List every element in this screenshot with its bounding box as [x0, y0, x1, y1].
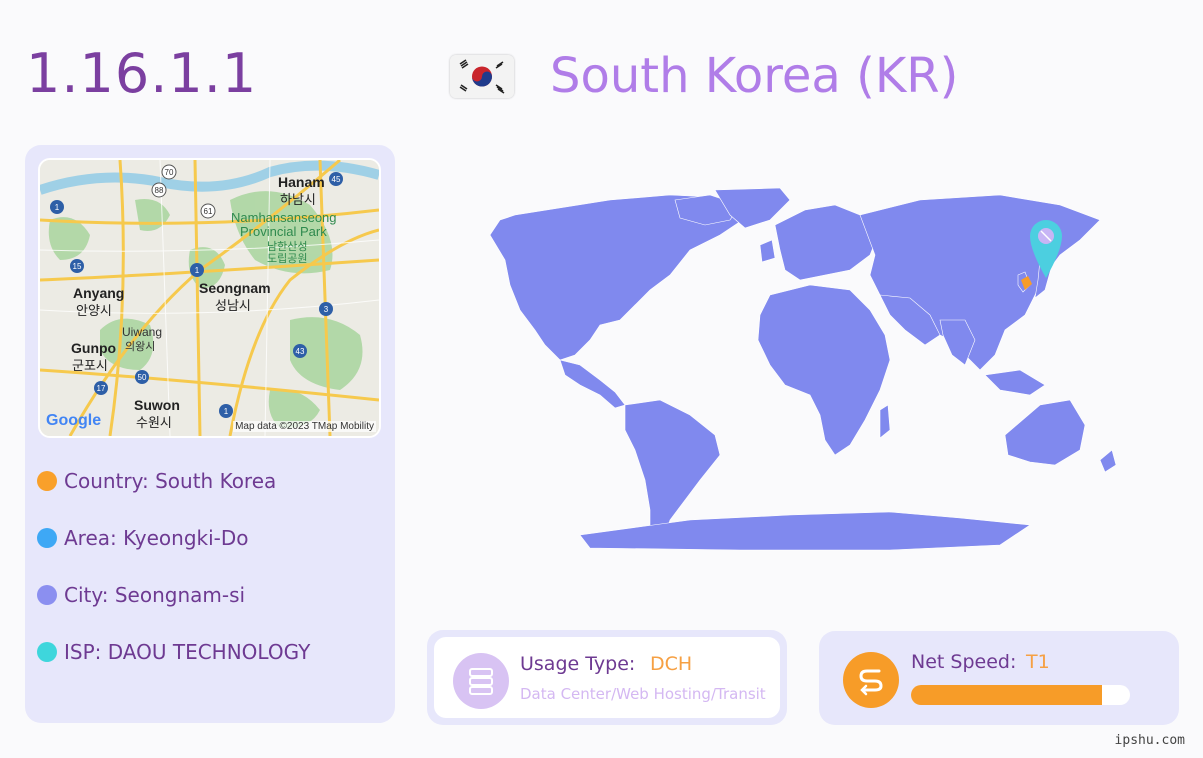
- net-speed-bar-fill: [911, 685, 1102, 705]
- map-label-hanam: Hanam: [278, 174, 325, 190]
- ip-address: 1.16.1.1: [26, 42, 258, 105]
- info-area: Area: Kyeongki-Do: [37, 524, 249, 552]
- area-text: Area: Kyeongki-Do: [64, 526, 249, 550]
- map-label-seongnam: Seongnam: [199, 280, 271, 296]
- server-icon: [453, 653, 509, 709]
- map-label-uiwang: Uiwang: [122, 325, 163, 339]
- map-label-suwon-ko: 수원시: [136, 415, 172, 430]
- info-city: City: Seongnam-si: [37, 581, 245, 609]
- map-label-gunpo: Gunpo: [71, 340, 117, 356]
- map-label-hanam-ko: 하남시: [280, 192, 316, 207]
- map-label-anyang-ko: 안양시: [76, 303, 112, 318]
- info-isp: ISP: DAOU TECHNOLOGY: [37, 638, 310, 666]
- map-attribution: Map data ©2023 TMap Mobility: [233, 421, 376, 432]
- country-title: South Korea (KR): [550, 48, 959, 104]
- usage-type-label: Usage Type:: [520, 653, 636, 675]
- net-speed-card: Net Speed: T1: [819, 631, 1179, 725]
- city-text: City: Seongnam-si: [64, 583, 246, 607]
- map-label-namhansanseong: Namhansanseong: [231, 210, 337, 225]
- city-dot-icon: [37, 585, 57, 605]
- net-speed-bar: [911, 685, 1130, 705]
- map-label-provincial-park: Provincial Park: [240, 224, 327, 239]
- map-label-anyang: Anyang: [73, 285, 125, 301]
- usage-type-card: Usage Type: DCH Data Center/Web Hosting/…: [427, 630, 787, 725]
- south-korea-flag-icon: [450, 55, 514, 98]
- info-country: Country: South Korea: [37, 467, 276, 495]
- map-label-seongnam-ko: 성남시: [215, 298, 251, 313]
- net-speed-label: Net Speed:: [911, 651, 1017, 673]
- speed-icon: [843, 652, 899, 708]
- site-footer[interactable]: ipshu.com: [1115, 733, 1185, 748]
- usage-type-description: Data Center/Web Hosting/Transit: [520, 685, 766, 703]
- area-dot-icon: [37, 528, 57, 548]
- world-map: [440, 180, 1160, 560]
- map-label-uiwang-ko: 의왕시: [125, 341, 156, 353]
- usage-type-card-inner: Usage Type: DCH Data Center/Web Hosting/…: [434, 637, 780, 718]
- net-speed-value: T1: [1026, 651, 1050, 673]
- isp-text: ISP: DAOU TECHNOLOGY: [64, 640, 311, 664]
- isp-dot-icon: [37, 642, 57, 662]
- country-dot-icon: [37, 471, 57, 491]
- map-label-gunpo-ko: 군포시: [72, 358, 108, 373]
- location-panel: 70 88 45 1 61 15 1 3 43 50 17 1 Hanam 하남…: [25, 145, 395, 723]
- country-text: Country: South Korea: [64, 469, 277, 493]
- usage-type-value: DCH: [650, 653, 693, 675]
- map-label-suwon: Suwon: [134, 397, 180, 413]
- google-logo: Google: [46, 412, 102, 429]
- map-label-namhansan-ko-2: 도립공원: [267, 253, 308, 265]
- location-minimap[interactable]: 70 88 45 1 61 15 1 3 43 50 17 1 Hanam 하남…: [38, 158, 381, 438]
